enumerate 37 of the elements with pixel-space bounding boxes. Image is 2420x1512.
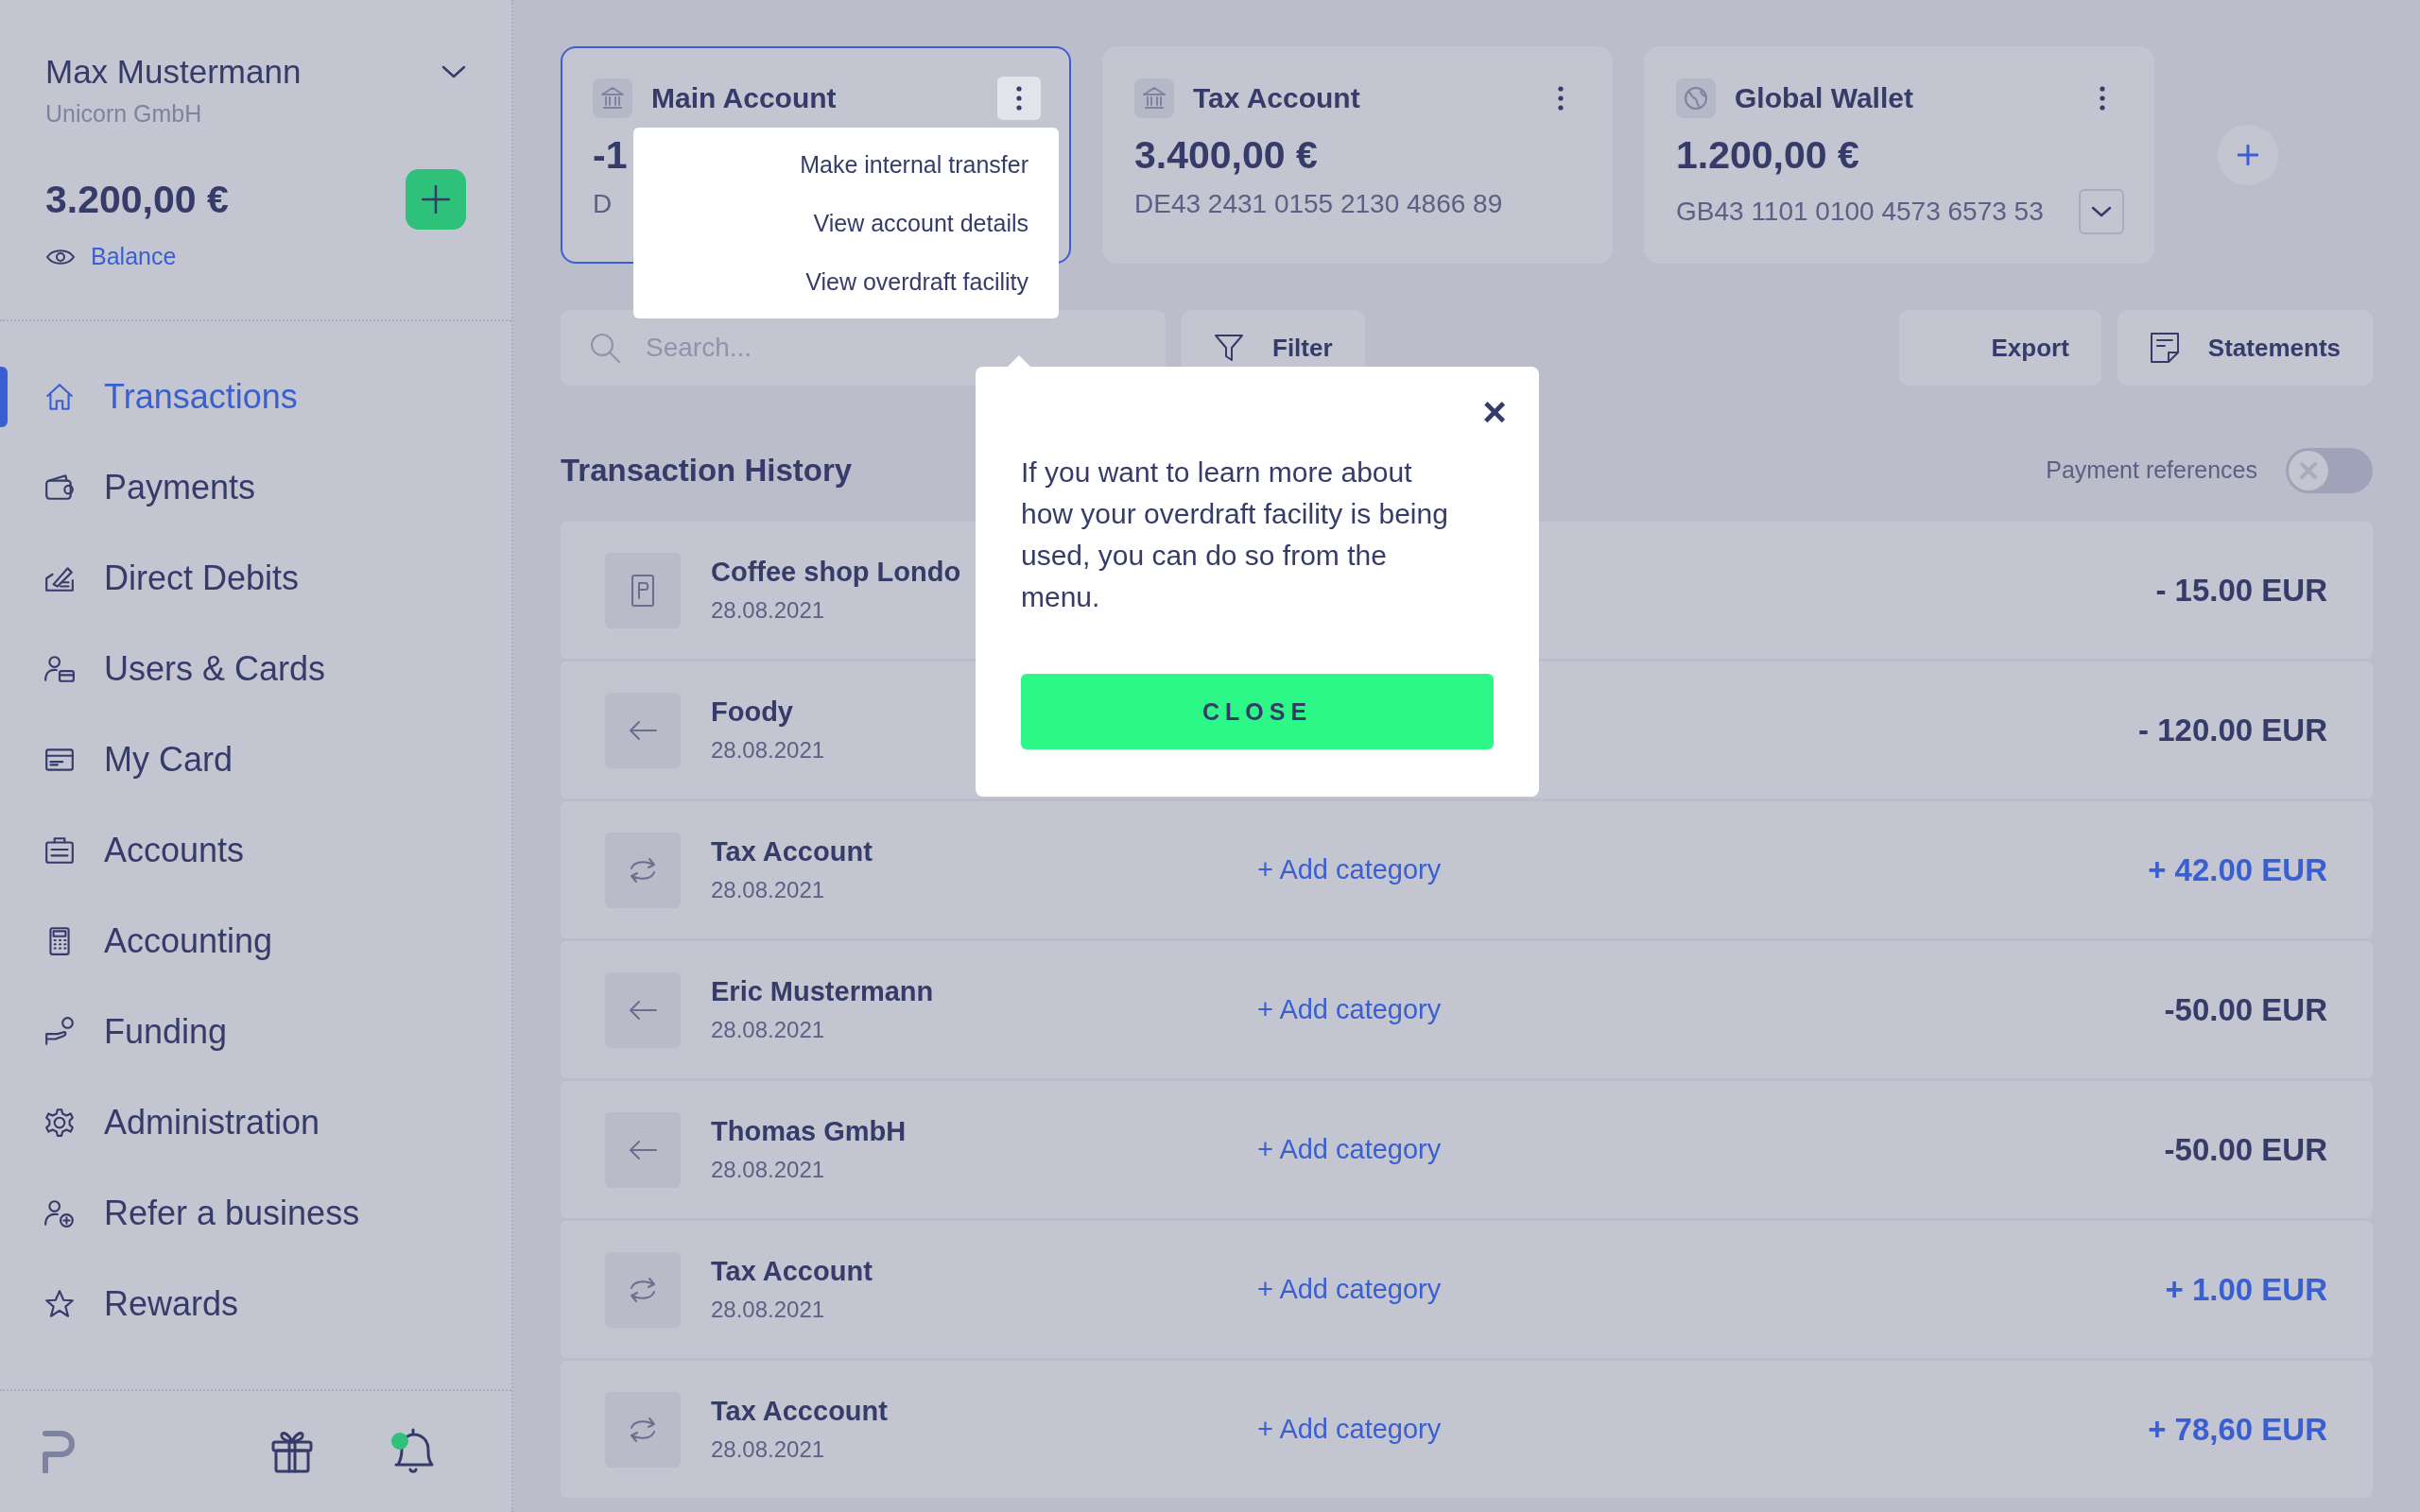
transaction-date: 28.08.2021 xyxy=(711,1297,825,1323)
transaction-amount: -50.00 EUR xyxy=(2164,1131,2327,1168)
transaction-date: 28.08.2021 xyxy=(711,1436,825,1463)
transaction-name: Foody xyxy=(711,696,793,728)
transaction-name: Tax Account xyxy=(711,836,873,868)
transaction-amount: + 1.00 EUR xyxy=(2165,1271,2327,1308)
transaction-name: Tax Account xyxy=(711,1256,873,1287)
account-name: Global Wallet xyxy=(1735,82,1913,114)
account-iban: GB43 1101 0100 4573 6573 53 xyxy=(1676,197,2044,227)
company-name: Unicorn GmbH xyxy=(45,100,203,128)
transaction-date: 28.08.2021 xyxy=(711,597,825,624)
transaction-date: 28.08.2021 xyxy=(711,1017,825,1043)
account-balance: 3.400,00 € xyxy=(1134,133,1318,178)
transaction-amount: - 120.00 EUR xyxy=(2138,712,2327,748)
account-iban: D xyxy=(593,189,613,219)
user-name: Max Mustermann xyxy=(45,53,302,91)
transaction-date: 28.08.2021 xyxy=(711,1157,825,1183)
toggle-label: Payment references xyxy=(2046,456,2257,484)
transaction-name: Coffee shop Londo xyxy=(711,557,961,588)
account-name: Main Account xyxy=(651,82,837,114)
balance-amount: 3.200,00 € xyxy=(45,177,229,222)
transaction-date: 28.08.2021 xyxy=(711,737,825,764)
transaction-amount: -50.00 EUR xyxy=(2164,991,2327,1028)
transaction-amount: - 15.00 EUR xyxy=(2155,572,2327,609)
transaction-date: 28.08.2021 xyxy=(711,877,825,903)
transaction-amount: + 78,60 EUR xyxy=(2148,1411,2327,1448)
section-title: Transaction History xyxy=(561,452,853,489)
transaction-amount: + 42.00 EUR xyxy=(2148,851,2327,888)
account-balance: 1.200,00 € xyxy=(1676,133,1859,178)
transaction-name: Tax Acccount xyxy=(711,1396,888,1427)
popover-text: If you want to learn more about how your overdraft facility is being used, you can do so from the menu. xyxy=(1021,455,1449,614)
transaction-name: Thomas GmbH xyxy=(711,1116,907,1147)
transaction-name: Eric Mustermann xyxy=(711,976,934,1007)
account-balance: -1 xyxy=(593,133,628,178)
account-iban: DE43 2431 0155 2130 4866 89 xyxy=(1134,189,1503,219)
account-name: Tax Account xyxy=(1193,82,1360,114)
balance-label: Balance xyxy=(91,243,177,270)
